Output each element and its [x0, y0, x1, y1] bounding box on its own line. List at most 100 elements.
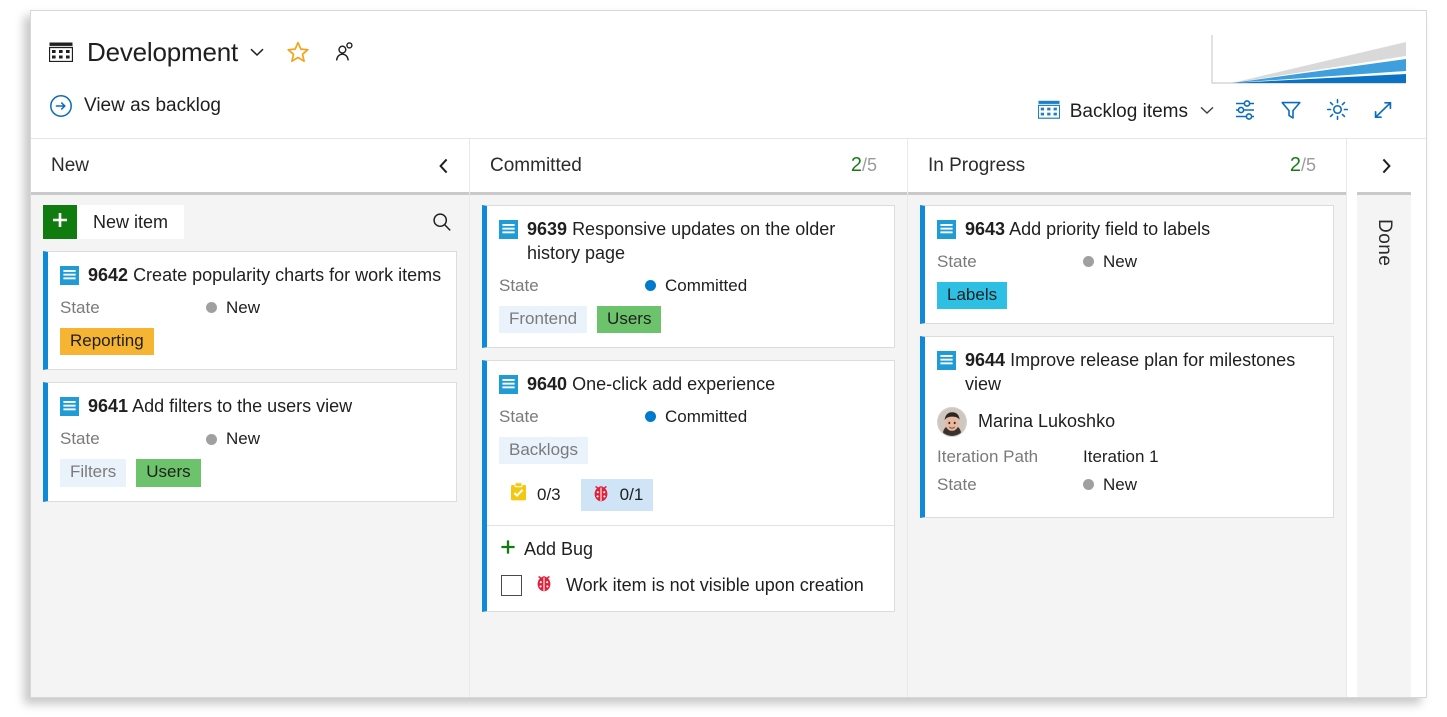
card-child-counts: 0/3: [499, 478, 880, 511]
board-column-committed: Committed 2/5: [470, 139, 908, 698]
card-title-row: 9643 Add priority field to labels: [937, 218, 1319, 242]
tag-chip[interactable]: Filters: [60, 459, 126, 487]
card-field-row: Iteration Path Iteration 1: [937, 447, 1319, 467]
task-count-text: 0/3: [537, 485, 561, 505]
card-field-row: State New: [60, 298, 442, 318]
search-icon[interactable]: [427, 207, 457, 237]
collapse-column-button[interactable]: [433, 155, 455, 177]
team-people-icon[interactable]: [324, 41, 356, 63]
work-item-card[interactable]: 9641 Add filters to the users view State…: [43, 382, 457, 501]
kanban-board: New New i: [31, 139, 1426, 698]
field-value-text: New: [226, 298, 260, 318]
arrow-right-circle-icon: [49, 94, 73, 118]
column-header: New: [31, 139, 469, 192]
card-title: 9642 Create popularity charts for work i…: [88, 264, 441, 288]
board-settings-sliders-button[interactable]: [1222, 95, 1268, 129]
board-column-done: Done: [1347, 139, 1425, 698]
work-item-card[interactable]: 9644 Improve release plan for milestones…: [920, 336, 1334, 518]
state-dot-icon: [1083, 256, 1094, 267]
column-body: 9639 Responsive updates on the older his…: [470, 192, 907, 698]
state-dot-icon: [1083, 479, 1094, 490]
column-body: New item: [31, 192, 469, 698]
backlog-item-icon: [937, 351, 956, 370]
work-item-card[interactable]: 9640 One-click add experience State Comm…: [482, 360, 895, 612]
board-grid-icon: [1038, 100, 1060, 124]
bug-count-chip[interactable]: 0/1: [581, 479, 654, 511]
field-value: Committed: [645, 276, 747, 296]
add-bug-button[interactable]: Add Bug: [499, 538, 880, 561]
tag-chip[interactable]: Labels: [937, 282, 1007, 310]
tag-chip[interactable]: Users: [597, 306, 661, 334]
view-as-backlog-button[interactable]: View as backlog: [49, 94, 221, 118]
field-label: State: [499, 276, 645, 296]
field-value-text: Committed: [665, 407, 747, 427]
backlog-item-icon: [937, 220, 956, 239]
backlog-item-icon: [60, 266, 79, 285]
field-value: Iteration 1: [1083, 447, 1159, 467]
column-title: Committed: [490, 155, 582, 177]
card-field-row: State Committed: [499, 276, 880, 296]
funnel-filter-icon: [1279, 98, 1303, 127]
fullscreen-button[interactable]: [1360, 95, 1406, 129]
avatar: [937, 407, 967, 437]
tag-chip[interactable]: Frontend: [499, 306, 587, 334]
field-value-text: Iteration 1: [1083, 447, 1159, 467]
column-body: 9643 Add priority field to labels State …: [908, 192, 1346, 698]
field-label: Iteration Path: [937, 447, 1083, 467]
checkbox-unchecked-icon[interactable]: [501, 575, 522, 596]
column-header: In Progress 2/5: [908, 139, 1346, 192]
collapsed-column-body[interactable]: Done: [1357, 192, 1411, 698]
page-title[interactable]: Development: [87, 39, 238, 65]
field-value: Committed: [645, 407, 747, 427]
card-title-label: One-click add experience: [572, 374, 775, 394]
new-item-plus-button[interactable]: [43, 205, 77, 239]
bug-count-text: 0/1: [620, 485, 644, 505]
card-title: 9641 Add filters to the users view: [88, 395, 352, 419]
work-item-card[interactable]: 9643 Add priority field to labels State …: [920, 205, 1334, 324]
column-title: New: [51, 155, 89, 177]
work-item-card[interactable]: 9639 Responsive updates on the older his…: [482, 205, 895, 348]
work-item-card[interactable]: 9642 Create popularity charts for work i…: [43, 251, 457, 370]
card-title-label: Add priority field to labels: [1009, 219, 1210, 239]
field-value-text: New: [226, 429, 260, 449]
toolbar-right-group: Backlog items: [1032, 95, 1406, 129]
wip-current: 2: [1290, 154, 1301, 176]
card-tags: Labels: [937, 282, 1319, 310]
filter-button[interactable]: [1268, 95, 1314, 129]
field-label: State: [60, 429, 206, 449]
card-title: 9643 Add priority field to labels: [965, 218, 1210, 242]
wip-limit: 2/5: [1290, 154, 1316, 177]
card-id: 9642: [88, 265, 128, 285]
card-tags: Backlogs: [499, 437, 880, 465]
board-column-new: New New i: [31, 139, 470, 698]
field-value: New: [1083, 475, 1137, 495]
card-field-row: State Committed: [499, 407, 880, 427]
tag-chip[interactable]: Users: [136, 459, 200, 487]
view-as-backlog-label: View as backlog: [84, 95, 221, 117]
card-tags: Filters Users: [60, 459, 442, 487]
state-dot-icon: [645, 411, 656, 422]
add-bug-label: Add Bug: [524, 539, 593, 560]
chevron-down-icon[interactable]: [252, 43, 266, 61]
board-toolbar: View as backlog Backlog items: [31, 83, 1426, 139]
new-item-button[interactable]: New item: [77, 205, 184, 239]
card-title-row: 9640 One-click add experience: [499, 373, 880, 397]
tag-chip[interactable]: Backlogs: [499, 437, 588, 465]
tag-chip[interactable]: Reporting: [60, 328, 154, 356]
card-field-row: State New: [937, 252, 1319, 272]
card-title-label: Create popularity charts for work items: [133, 265, 441, 285]
board-window: Development: [30, 10, 1427, 698]
card-title-label: Responsive updates on the older history …: [527, 219, 835, 263]
task-clipboard-icon: [509, 482, 528, 507]
assignee-name: Marina Lukoshko: [978, 411, 1115, 432]
star-icon[interactable]: [280, 40, 310, 64]
backlog-items-selector[interactable]: Backlog items: [1032, 97, 1222, 127]
board-grid-icon: [49, 42, 73, 62]
state-dot-icon: [206, 302, 217, 313]
task-count-chip[interactable]: 0/3: [499, 478, 571, 511]
card-title: 9644 Improve release plan for milestones…: [965, 349, 1319, 397]
settings-gear-button[interactable]: [1314, 95, 1360, 129]
column-title: Done: [1373, 219, 1395, 698]
expand-column-button[interactable]: [1375, 155, 1397, 177]
column-header: [1347, 139, 1425, 192]
